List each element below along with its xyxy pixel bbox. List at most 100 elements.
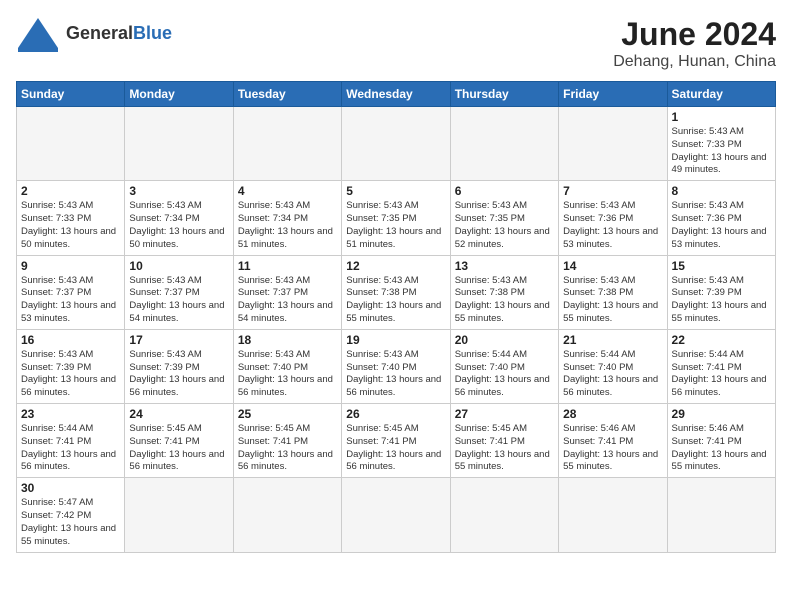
calendar-day-cell: 27 Sunrise: 5:45 AM Sunset: 7:41 PM Dayli…	[450, 404, 558, 478]
day-info: Sunrise: 5:43 AM Sunset: 7:35 PM Dayligh…	[455, 200, 554, 251]
calendar-day-cell: 13 Sunrise: 5:43 AM Sunset: 7:38 PM Dayli…	[450, 255, 558, 329]
day-info: Sunrise: 5:43 AM Sunset: 7:37 PM Dayligh…	[21, 275, 120, 326]
calendar-day-cell	[342, 478, 450, 552]
day-number: 16	[21, 333, 120, 347]
calendar-week-row: 23 Sunrise: 5:44 AM Sunset: 7:41 PM Dayli…	[17, 404, 776, 478]
calendar-day-cell: 22 Sunrise: 5:44 AM Sunset: 7:41 PM Dayli…	[667, 329, 775, 403]
calendar-day-cell: 5 Sunrise: 5:43 AM Sunset: 7:35 PM Daylig…	[342, 181, 450, 255]
day-number: 3	[129, 184, 228, 198]
calendar-day-cell: 10Sunrise: 5:43 AM Sunset: 7:37 PM Dayli…	[125, 255, 233, 329]
day-number: 1	[672, 110, 771, 124]
day-number: 11	[238, 259, 337, 273]
day-info: Sunrise: 5:44 AM Sunset: 7:41 PM Dayligh…	[21, 423, 120, 474]
calendar-day-cell: 4Sunrise: 5:43 AM Sunset: 7:34 PM Daylig…	[233, 181, 341, 255]
day-number: 27	[455, 407, 554, 421]
calendar-day-cell: 26 Sunrise: 5:45 AM Sunset: 7:41 PM Dayli…	[342, 404, 450, 478]
calendar-day-cell	[667, 478, 775, 552]
day-info: Sunrise: 5:45 AM Sunset: 7:41 PM Dayligh…	[238, 423, 337, 474]
calendar-day-cell: 30Sunrise: 5:47 AM Sunset: 7:42 PM Dayli…	[17, 478, 125, 552]
calendar-day-cell	[17, 107, 125, 181]
calendar-day-cell: 23 Sunrise: 5:44 AM Sunset: 7:41 PM Dayli…	[17, 404, 125, 478]
day-number: 19	[346, 333, 445, 347]
day-info: Sunrise: 5:43 AM Sunset: 7:37 PM Dayligh…	[238, 275, 337, 326]
calendar-day-cell: 7 Sunrise: 5:43 AM Sunset: 7:36 PM Daylig…	[559, 181, 667, 255]
calendar-day-cell: 20 Sunrise: 5:44 AM Sunset: 7:40 PM Dayli…	[450, 329, 558, 403]
calendar-day-cell: 1 Sunrise: 5:43 AM Sunset: 7:33 PM Daylig…	[667, 107, 775, 181]
calendar-day-cell: 2 Sunrise: 5:43 AM Sunset: 7:33 PM Daylig…	[17, 181, 125, 255]
day-info: Sunrise: 5:46 AM Sunset: 7:41 PM Dayligh…	[672, 423, 771, 474]
day-number: 20	[455, 333, 554, 347]
calendar-day-cell	[125, 107, 233, 181]
day-info: Sunrise: 5:43 AM Sunset: 7:38 PM Dayligh…	[563, 275, 662, 326]
day-number: 22	[672, 333, 771, 347]
weekday-header: Sunday	[17, 82, 125, 107]
calendar-day-cell	[342, 107, 450, 181]
calendar-day-cell: 18Sunrise: 5:43 AM Sunset: 7:40 PM Dayli…	[233, 329, 341, 403]
calendar-day-cell	[233, 107, 341, 181]
day-number: 2	[21, 184, 120, 198]
day-info: Sunrise: 5:43 AM Sunset: 7:34 PM Dayligh…	[129, 200, 228, 251]
day-info: Sunrise: 5:43 AM Sunset: 7:38 PM Dayligh…	[455, 275, 554, 326]
day-info: Sunrise: 5:45 AM Sunset: 7:41 PM Dayligh…	[129, 423, 228, 474]
weekday-header: Saturday	[667, 82, 775, 107]
day-number: 23	[21, 407, 120, 421]
day-number: 13	[455, 259, 554, 273]
calendar-week-row: 2 Sunrise: 5:43 AM Sunset: 7:33 PM Daylig…	[17, 181, 776, 255]
day-info: Sunrise: 5:43 AM Sunset: 7:38 PM Dayligh…	[346, 275, 445, 326]
title-area: June 2024 Dehang, Hunan, China	[613, 16, 776, 71]
day-info: Sunrise: 5:44 AM Sunset: 7:40 PM Dayligh…	[563, 349, 662, 400]
day-number: 5	[346, 184, 445, 198]
day-info: Sunrise: 5:43 AM Sunset: 7:39 PM Dayligh…	[129, 349, 228, 400]
logo: GeneralBlue	[16, 16, 172, 52]
day-info: Sunrise: 5:45 AM Sunset: 7:41 PM Dayligh…	[455, 423, 554, 474]
logo-text: GeneralBlue	[66, 24, 172, 44]
day-number: 8	[672, 184, 771, 198]
calendar-day-cell	[233, 478, 341, 552]
calendar-day-cell: 25 Sunrise: 5:45 AM Sunset: 7:41 PM Dayli…	[233, 404, 341, 478]
day-number: 6	[455, 184, 554, 198]
day-number: 29	[672, 407, 771, 421]
calendar-day-cell: 28Sunrise: 5:46 AM Sunset: 7:41 PM Dayli…	[559, 404, 667, 478]
weekday-header: Thursday	[450, 82, 558, 107]
calendar-day-cell	[125, 478, 233, 552]
calendar-day-cell: 6 Sunrise: 5:43 AM Sunset: 7:35 PM Daylig…	[450, 181, 558, 255]
page-header: GeneralBlue June 2024 Dehang, Hunan, Chi…	[16, 16, 776, 71]
day-info: Sunrise: 5:43 AM Sunset: 7:36 PM Dayligh…	[563, 200, 662, 251]
day-info: Sunrise: 5:43 AM Sunset: 7:39 PM Dayligh…	[672, 275, 771, 326]
day-number: 28	[563, 407, 662, 421]
day-info: Sunrise: 5:44 AM Sunset: 7:40 PM Dayligh…	[455, 349, 554, 400]
day-number: 4	[238, 184, 337, 198]
weekday-header-row: SundayMondayTuesdayWednesdayThursdayFrid…	[17, 82, 776, 107]
day-number: 21	[563, 333, 662, 347]
day-info: Sunrise: 5:43 AM Sunset: 7:33 PM Dayligh…	[672, 126, 771, 177]
day-info: Sunrise: 5:43 AM Sunset: 7:40 PM Dayligh…	[238, 349, 337, 400]
month-title: June 2024	[613, 16, 776, 53]
day-number: 24	[129, 407, 228, 421]
day-info: Sunrise: 5:43 AM Sunset: 7:35 PM Dayligh…	[346, 200, 445, 251]
day-info: Sunrise: 5:43 AM Sunset: 7:40 PM Dayligh…	[346, 349, 445, 400]
day-info: Sunrise: 5:43 AM Sunset: 7:37 PM Dayligh…	[129, 275, 228, 326]
day-info: Sunrise: 5:44 AM Sunset: 7:41 PM Dayligh…	[672, 349, 771, 400]
day-info: Sunrise: 5:43 AM Sunset: 7:33 PM Dayligh…	[21, 200, 120, 251]
day-number: 14	[563, 259, 662, 273]
calendar-day-cell: 17Sunrise: 5:43 AM Sunset: 7:39 PM Dayli…	[125, 329, 233, 403]
calendar-day-cell	[559, 478, 667, 552]
weekday-header: Friday	[559, 82, 667, 107]
calendar-week-row: 1 Sunrise: 5:43 AM Sunset: 7:33 PM Daylig…	[17, 107, 776, 181]
day-number: 26	[346, 407, 445, 421]
calendar-day-cell	[559, 107, 667, 181]
calendar-day-cell: 21 Sunrise: 5:44 AM Sunset: 7:40 PM Dayli…	[559, 329, 667, 403]
calendar-day-cell: 24 Sunrise: 5:45 AM Sunset: 7:41 PM Dayli…	[125, 404, 233, 478]
logo-icon	[16, 16, 60, 52]
calendar-day-cell: 19 Sunrise: 5:43 AM Sunset: 7:40 PM Dayli…	[342, 329, 450, 403]
calendar-day-cell: 11 Sunrise: 5:43 AM Sunset: 7:37 PM Dayli…	[233, 255, 341, 329]
day-number: 25	[238, 407, 337, 421]
day-info: Sunrise: 5:43 AM Sunset: 7:36 PM Dayligh…	[672, 200, 771, 251]
day-number: 15	[672, 259, 771, 273]
calendar-week-row: 9Sunrise: 5:43 AM Sunset: 7:37 PM Daylig…	[17, 255, 776, 329]
day-info: Sunrise: 5:43 AM Sunset: 7:39 PM Dayligh…	[21, 349, 120, 400]
day-info: Sunrise: 5:45 AM Sunset: 7:41 PM Dayligh…	[346, 423, 445, 474]
day-number: 30	[21, 481, 120, 495]
day-number: 7	[563, 184, 662, 198]
calendar-week-row: 30Sunrise: 5:47 AM Sunset: 7:42 PM Dayli…	[17, 478, 776, 552]
